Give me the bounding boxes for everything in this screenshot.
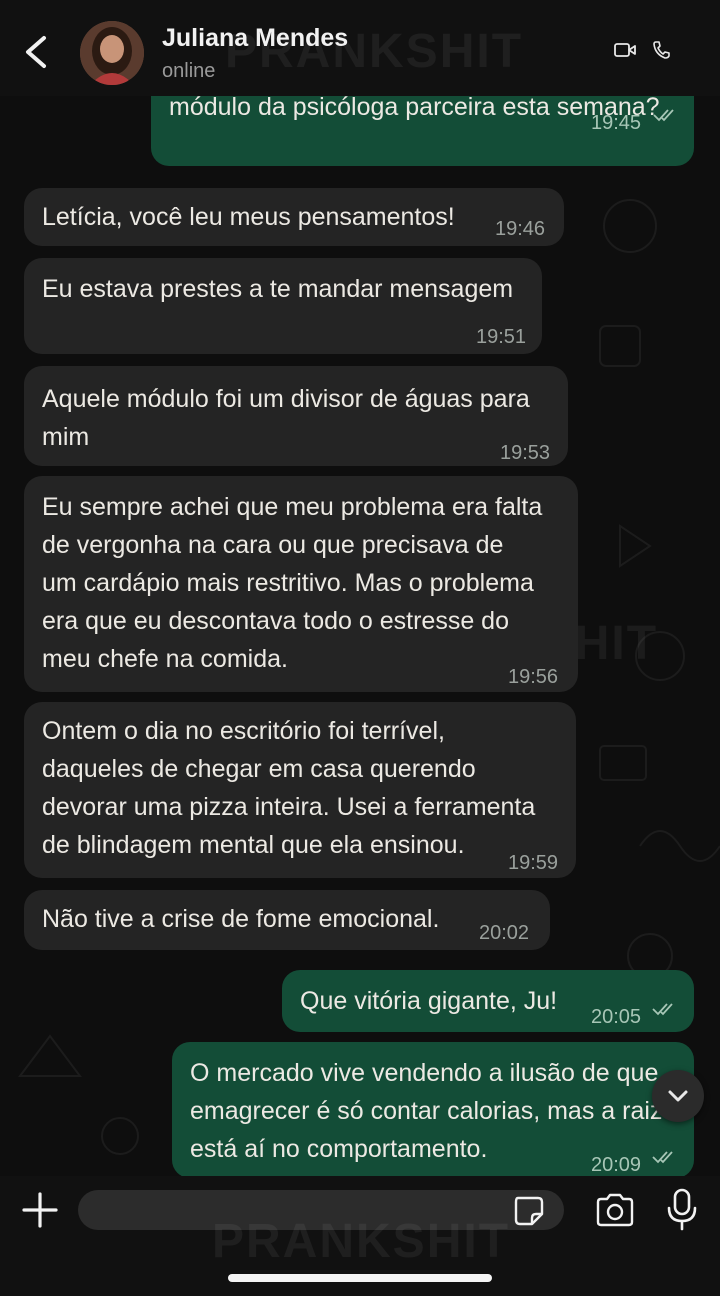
- voice-call-icon[interactable]: [652, 40, 670, 60]
- contact-status: online: [162, 60, 216, 82]
- message-bubble-incoming[interactable]: Não tive a crise de fome emocional. 20:0…: [24, 890, 550, 950]
- message-text: Eu estava prestes a te mandar mensagem: [42, 275, 514, 303]
- camera-icon[interactable]: [594, 1192, 636, 1228]
- message-bubble-outgoing[interactable]: Que vitória gigante, Ju! 20:05: [282, 970, 694, 1032]
- message-bubble-incoming[interactable]: Letícia, você leu meus pensamentos! 19:4…: [24, 188, 564, 246]
- message-time: 20:05: [591, 1006, 642, 1028]
- microphone-icon[interactable]: [664, 1188, 700, 1232]
- message-bubble-incoming[interactable]: Eu sempre achei que meu problema era fal…: [24, 476, 578, 692]
- message-bubble-incoming[interactable]: Aquele módulo foi um divisor de águas pa…: [24, 366, 568, 466]
- back-arrow-icon[interactable]: [18, 32, 52, 72]
- video-call-icon[interactable]: [614, 42, 636, 58]
- message-text: está aí no comportamento.: [190, 1135, 488, 1163]
- message-time: 19:53: [500, 442, 551, 464]
- message-text: emagrecer é só contar calorias, mas a ra…: [190, 1097, 663, 1125]
- message-time: 19:46: [495, 218, 546, 240]
- message-text: daqueles de chegar em casa querendo: [42, 755, 476, 783]
- message-list[interactable]: PRANKSHIT módulo da psicóloga parceira e…: [0, 96, 720, 1176]
- message-text: de blindagem mental que ela ensinou.: [42, 831, 465, 859]
- message-text: de vergonha na cara ou que precisava de: [42, 531, 504, 559]
- message-bubble-outgoing[interactable]: módulo da psicóloga parceira esta semana…: [151, 96, 694, 166]
- message-time: 19:59: [508, 852, 559, 874]
- message-bubble-incoming[interactable]: Eu estava prestes a te mandar mensagem 1…: [24, 258, 542, 354]
- message-bubble-outgoing[interactable]: O mercado vive vendendo a ilusão de que …: [172, 1042, 694, 1176]
- message-text: módulo da psicóloga parceira esta semana…: [169, 96, 660, 121]
- read-receipt-icon: [653, 109, 674, 122]
- message-time: 19:51: [476, 326, 527, 348]
- message-text: era que eu descontava todo o estresse do: [42, 607, 509, 635]
- chevron-down-icon: [668, 1090, 688, 1102]
- read-receipt-icon: [652, 1003, 673, 1016]
- message-text: Que vitória gigante, Ju!: [300, 987, 558, 1015]
- message-time: 19:56: [508, 666, 559, 688]
- message-text: Eu sempre achei que meu problema era fal…: [42, 493, 543, 521]
- message-text: Aquele módulo foi um divisor de águas pa…: [42, 385, 530, 413]
- chat-header: Juliana Mendes online PRANKSHIT: [0, 0, 720, 96]
- message-time: 20:02: [479, 922, 530, 944]
- message-text: mim: [42, 423, 90, 451]
- message-text: meu chefe na comida.: [42, 645, 288, 673]
- contact-name[interactable]: Juliana Mendes: [162, 24, 348, 53]
- plus-icon[interactable]: [22, 1192, 58, 1228]
- message-time: 19:45: [591, 112, 642, 134]
- sticker-icon[interactable]: [512, 1194, 546, 1228]
- message-text: Letícia, você leu meus pensamentos!: [42, 203, 455, 231]
- message-input[interactable]: [78, 1190, 564, 1230]
- message-text: Não tive a crise de fome emocional.: [42, 905, 440, 933]
- avatar[interactable]: [80, 21, 144, 85]
- message-bubble-incoming[interactable]: Ontem o dia no escritório foi terrível, …: [24, 702, 576, 878]
- message-text: Ontem o dia no escritório foi terrível,: [42, 717, 445, 745]
- read-receipt-icon: [652, 1151, 673, 1164]
- message-text: O mercado vive vendendo a ilusão de que: [190, 1059, 659, 1087]
- message-time: 20:09: [591, 1154, 642, 1176]
- composer-bar: PRANKSHIT: [0, 1176, 720, 1296]
- home-indicator: [228, 1274, 492, 1282]
- message-text: um cardápio mais restritivo. Mas o probl…: [42, 569, 534, 597]
- scroll-to-bottom-button[interactable]: [652, 1070, 704, 1122]
- message-text: devorar uma pizza inteira. Usei a ferram…: [42, 793, 536, 821]
